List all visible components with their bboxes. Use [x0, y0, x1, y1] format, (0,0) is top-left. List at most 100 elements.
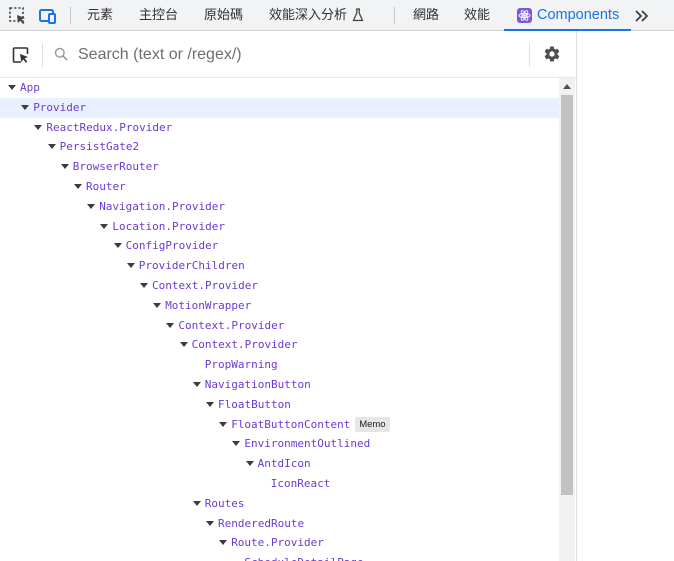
more-tabs-chevron-icon[interactable]: [634, 6, 650, 26]
tree-row[interactable]: Context.Provider: [0, 316, 560, 336]
tree-row[interactable]: Router: [0, 177, 560, 197]
component-name: Context.Provider: [178, 318, 285, 332]
expand-arrow-icon[interactable]: [206, 520, 214, 526]
toolbar-divider: [70, 7, 71, 24]
tree-row[interactable]: PersistGate2: [0, 137, 560, 157]
tree-row[interactable]: RenderedRoute: [0, 514, 560, 534]
tree-scrollbar[interactable]: [559, 78, 575, 561]
tab-label: 主控台: [139, 8, 179, 23]
gear-icon[interactable]: [543, 45, 561, 63]
memo-badge: Memo: [355, 416, 390, 432]
expand-arrow-icon[interactable]: [21, 104, 30, 110]
expand-arrow-icon[interactable]: [74, 184, 82, 189]
expand-arrow-icon[interactable]: [206, 401, 214, 407]
expand-arrow-icon[interactable]: [219, 421, 228, 427]
tree-row[interactable]: IconReact: [0, 474, 560, 494]
component-name: EnvironmentOutlined: [244, 437, 371, 451]
scroll-thumb[interactable]: [561, 95, 573, 495]
props-pane: [576, 31, 674, 561]
component-name: MotionWrapper: [165, 298, 252, 312]
expand-arrow-icon[interactable]: [47, 144, 56, 150]
select-element-icon[interactable]: [12, 46, 30, 64]
tree-row[interactable]: Navigation.Provider: [0, 197, 560, 217]
component-name: ConfigProvider: [125, 239, 219, 253]
component-name: Routes: [204, 496, 245, 510]
tab-elements[interactable]: 元素: [87, 0, 113, 30]
tree-row[interactable]: FloatButton: [0, 395, 560, 415]
search-bar: [0, 31, 576, 78]
component-name: FloatButton: [218, 397, 291, 411]
tab-label: Components: [537, 7, 620, 23]
tree-row[interactable]: Context.Provider: [0, 335, 560, 355]
tab-sources[interactable]: 原始碼: [204, 0, 243, 30]
expand-arrow-icon[interactable]: [34, 124, 43, 130]
component-name: Route.Provider: [231, 536, 324, 550]
component-name: FloatButtonContent: [231, 417, 351, 431]
component-name: Context.Provider: [191, 338, 298, 352]
tree-row[interactable]: PropWarning: [0, 355, 560, 375]
component-name: Context.Provider: [152, 279, 258, 292]
component-name: Router: [86, 180, 126, 193]
tree-row[interactable]: AntdIcon: [0, 454, 560, 474]
tab-performance[interactable]: 效能: [464, 0, 490, 30]
expand-arrow-icon[interactable]: [166, 322, 175, 328]
expand-arrow-icon[interactable]: [100, 223, 109, 229]
component-name: App: [20, 81, 40, 94]
component-name: Navigation.Provider: [99, 199, 226, 213]
component-name: ProviderChildren: [138, 259, 245, 273]
tree-row[interactable]: App: [0, 78, 560, 98]
search-divider: [42, 43, 43, 67]
expand-arrow-icon[interactable]: [87, 203, 96, 209]
devtools-toolbar: 元素 主控台 原始碼 效能深入分析 網路 效能 Components: [0, 0, 674, 31]
component-name: BrowserRouter: [72, 160, 159, 174]
component-name: RenderedRoute: [218, 516, 305, 530]
tab-label: 原始碼: [204, 8, 244, 23]
tree-row[interactable]: Routes: [0, 494, 560, 514]
tree-row[interactable]: ReactRedux.Provider: [0, 118, 560, 138]
tab-performance-insights[interactable]: 效能深入分析: [269, 0, 364, 30]
search-input[interactable]: [78, 41, 518, 68]
component-name: PersistGate2: [59, 140, 140, 154]
tree-row[interactable]: Provider: [0, 97, 560, 118]
tab-console[interactable]: 主控台: [139, 0, 178, 30]
expand-arrow-icon[interactable]: [245, 461, 254, 467]
expand-arrow-icon[interactable]: [192, 382, 201, 387]
tree-row[interactable]: ScheduleDetailPage: [0, 553, 560, 561]
tab-network[interactable]: 網路: [413, 0, 439, 30]
component-name: AntdIcon: [257, 457, 311, 471]
tree-row[interactable]: FloatButtonContent Memo: [0, 415, 560, 435]
expand-arrow-icon[interactable]: [153, 302, 162, 308]
device-toolbar-icon[interactable]: [37, 6, 57, 26]
tab-label: 效能深入分析: [269, 8, 348, 23]
tab-label: 元素: [87, 8, 114, 23]
scroll-up-arrow[interactable]: [563, 84, 571, 89]
tree-row[interactable]: NavigationButton: [0, 375, 560, 395]
tree-row[interactable]: Context.Provider: [0, 276, 560, 296]
expand-arrow-icon[interactable]: [179, 342, 188, 348]
expand-arrow-icon[interactable]: [219, 540, 228, 546]
expand-arrow-icon[interactable]: [8, 85, 16, 90]
tree-row[interactable]: BrowserRouter: [0, 157, 560, 177]
component-name: NavigationButton: [204, 378, 311, 391]
react-icon: [517, 8, 532, 23]
expand-arrow-icon[interactable]: [232, 441, 241, 447]
component-name: PropWarning: [204, 358, 278, 372]
expand-arrow-icon[interactable]: [192, 500, 201, 506]
component-name: IconReact: [270, 477, 331, 490]
toolbar-divider: [394, 7, 395, 24]
expand-arrow-icon[interactable]: [113, 243, 122, 249]
tree-row[interactable]: ProviderChildren: [0, 256, 560, 276]
tree-row[interactable]: Location.Provider: [0, 217, 560, 237]
component-name: ReactRedux.Provider: [46, 120, 173, 134]
tree-row[interactable]: EnvironmentOutlined: [0, 434, 560, 454]
expand-arrow-icon[interactable]: [60, 164, 69, 170]
tab-components[interactable]: Components: [504, 0, 631, 31]
element-picker-icon[interactable]: [8, 6, 28, 26]
tree-row[interactable]: Route.Provider: [0, 533, 560, 553]
expand-arrow-icon[interactable]: [140, 283, 148, 288]
tree-row[interactable]: MotionWrapper: [0, 296, 560, 316]
expand-arrow-icon[interactable]: [126, 263, 135, 269]
tree-row[interactable]: ConfigProvider: [0, 236, 560, 256]
search-icon: [54, 47, 68, 61]
component-name: ScheduleDetailPage: [244, 553, 363, 561]
